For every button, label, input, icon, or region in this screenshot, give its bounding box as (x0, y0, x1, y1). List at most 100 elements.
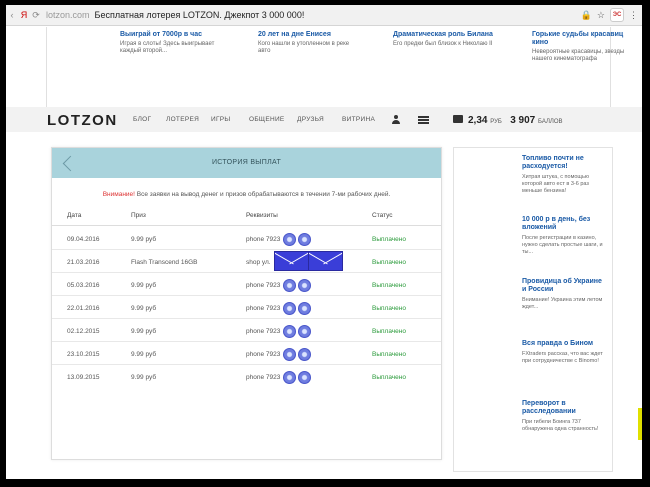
sidebar-ad-item[interactable]: Переворот в расследовании При гибели Бои… (522, 400, 608, 433)
cell-date: 21.03.2016 (67, 259, 100, 266)
teaser-title[interactable]: 20 лет на дне Енисея (258, 31, 358, 39)
table-row: 22.01.2016 9.99 руб phone 7923 Выплачено (52, 296, 441, 319)
teaser-title[interactable]: Драматическая роль Билана (393, 31, 493, 39)
yandex-icon[interactable]: Я (18, 10, 30, 20)
redaction-flower-icon (298, 371, 311, 384)
column-header-prize: Приз (131, 212, 146, 219)
site-logo[interactable]: LOTZON (47, 112, 118, 129)
teaser-item[interactable]: Горькие судьбы красавиц кино Невероятные… (532, 31, 632, 63)
sidebar-ad-title[interactable]: 10 000 р в день, без вложений (522, 216, 608, 232)
redaction-flower-icon (298, 233, 311, 246)
nav-item-lottery[interactable]: ЛОТЕРЕЯ (166, 116, 199, 123)
redaction-flower-icon (283, 233, 296, 246)
cell-prize: 9.99 руб (131, 305, 157, 312)
browser-window: ‹ Я ⟳ lotzon.com Бесплатная лотерея LOTZ… (6, 5, 642, 479)
table-row: 13.09.2015 9.99 руб phone 7923 Выплачено (52, 365, 441, 388)
warning-text: Все заявки на вывод денег и призов обраб… (134, 191, 391, 198)
nav-item-blog[interactable]: БЛОГ (133, 116, 151, 123)
redaction-flower-icon (283, 302, 296, 315)
sidebar-ad-title[interactable]: Топливо почти не расходуется! (522, 155, 608, 171)
panel-header: ИСТОРИЯ ВЫПЛАТ (52, 148, 441, 178)
panel-title: ИСТОРИЯ ВЫПЛАТ (211, 159, 282, 166)
cell-date: 02.12.2015 (67, 328, 100, 335)
reload-icon[interactable]: ⟳ (30, 10, 42, 21)
sidebar-ads: Топливо почти не расходуется! Хитрая шту… (453, 147, 613, 472)
cell-details: phone 7923 (246, 351, 281, 358)
extension-badge[interactable]: ЭС (610, 8, 624, 22)
redaction-flower-icon (283, 279, 296, 292)
redaction-flower-icon (283, 348, 296, 361)
cell-prize: 9.99 руб (131, 374, 157, 381)
teaser-title[interactable]: Выиграй от 7000р в час (120, 31, 220, 39)
points-value: 3 907 (510, 115, 536, 126)
nav-item-friends[interactable]: ДРУЗЬЯ (297, 116, 324, 123)
page-tab-title: Бесплатная лотерея LOTZON. Джекпот 3 000… (94, 10, 305, 20)
table-row: 05.03.2016 9.99 руб phone 7923 Выплачено (52, 273, 441, 296)
cell-date: 22.01.2016 (67, 305, 100, 312)
payout-history-panel: ИСТОРИЯ ВЫПЛАТ Внимание! Все заявки на в… (51, 147, 442, 460)
cell-prize: 9.99 руб (131, 328, 157, 335)
user-icon[interactable] (392, 115, 400, 124)
sidebar-ad-text: Хитрая штука, с помощью которой авто ест… (522, 174, 589, 194)
teaser-item[interactable]: Выиграй от 7000р в час Играя в слоты! Зд… (120, 31, 220, 55)
cell-details: phone 7923 (246, 282, 281, 289)
cell-prize: 9.99 руб (131, 236, 157, 243)
sidebar-ad-item[interactable]: 10 000 р в день, без вложений После реги… (522, 216, 608, 256)
sidebar-ad-item[interactable]: Провидица об Украине и России Внимание! … (522, 278, 608, 311)
back-icon[interactable]: ‹ (6, 10, 18, 20)
redaction-flower-icon (298, 348, 311, 361)
column-header-details: Реквизиты (246, 212, 278, 219)
cell-date: 23.10.2015 (67, 351, 100, 358)
cell-date: 13.09.2015 (67, 374, 100, 381)
scroll-indicator[interactable] (638, 408, 642, 440)
cell-status: Выплачено (372, 374, 406, 381)
balance-display[interactable]: 2,34 РУБ 3 907 БАЛЛОВ (468, 115, 563, 126)
teaser-item[interactable]: 20 лет на дне Енисея Кого нашли в утопле… (258, 31, 358, 55)
browser-extensions: 🔒 ☆ ЭС ⋮ (581, 8, 638, 22)
cell-prize: 9.99 руб (131, 282, 157, 289)
teaser-text: Невероятные красавицы, звезды нашего кин… (532, 49, 625, 62)
table-row: 23.10.2015 9.99 руб phone 7923 Выплачено (52, 342, 441, 365)
sidebar-ad-text: FXtraders рассказ, что вас ждет при сотр… (522, 351, 603, 364)
teaser-title[interactable]: Горькие судьбы красавиц кино (532, 31, 632, 47)
cell-details: shop ул. (246, 259, 271, 266)
redaction-flower-icon (283, 325, 296, 338)
hamburger-menu-icon[interactable] (418, 116, 429, 124)
nav-item-community[interactable]: ОБЩЕНИЕ (249, 116, 285, 123)
main-nav: LOTZON БЛОГ ЛОТЕРЕЯ ИГРЫ ОБЩЕНИЕ ДРУЗЬЯ … (6, 107, 642, 132)
teaser-text: Кого нашли в утопленном в реке авто (258, 41, 350, 54)
lock-icon[interactable]: 🔒 (581, 10, 592, 21)
address-domain[interactable]: lotzon.com (46, 10, 90, 20)
balance-unit: РУБ (490, 119, 502, 125)
sidebar-ad-text: После регистрации в казино, нужно сделат… (522, 235, 603, 255)
cell-prize: 9.99 руб (131, 351, 157, 358)
cell-date: 09.04.2016 (67, 236, 100, 243)
wallet-icon[interactable] (453, 115, 463, 123)
redaction-flower-icon (298, 279, 311, 292)
sidebar-ad-text: При гибели Боинга 737 обнаружена одна ст… (522, 419, 599, 432)
cell-details: phone 7923 (246, 374, 281, 381)
browser-toolbar: ‹ Я ⟳ lotzon.com Бесплатная лотерея LOTZ… (6, 5, 642, 26)
star-icon[interactable]: ☆ (597, 10, 605, 21)
sidebar-ad-item[interactable]: Вся правда о Бином FXtraders рассказ, чт… (522, 340, 608, 365)
points-unit: БАЛЛОВ (538, 119, 563, 125)
nav-item-games[interactable]: ИГРЫ (211, 116, 230, 123)
table-row: 09.04.2016 9.99 руб phone 7923 Выплачено (52, 227, 441, 250)
redaction-flower-icon (298, 325, 311, 338)
nav-item-showcase[interactable]: ВИТРИНА (342, 116, 375, 123)
cell-status: Выплачено (372, 351, 406, 358)
cell-details: phone 7923 (246, 328, 281, 335)
cell-status: Выплачено (372, 305, 406, 312)
teaser-text: Играя в слоты! Здесь выигрывает каждый в… (120, 41, 215, 54)
redaction-envelope-icon (308, 251, 343, 271)
column-header-date: Дата (67, 212, 82, 219)
sidebar-ad-item[interactable]: Топливо почти не расходуется! Хитрая шту… (522, 155, 608, 195)
column-header-status: Статус (372, 212, 393, 219)
teaser-item[interactable]: Драматическая роль Билана Его предки был… (393, 31, 493, 48)
cell-details: phone 7923 (246, 305, 281, 312)
sidebar-ad-title[interactable]: Переворот в расследовании (522, 400, 608, 416)
sidebar-ad-title[interactable]: Вся правда о Бином (522, 340, 608, 348)
sidebar-ad-title[interactable]: Провидица об Украине и России (522, 278, 608, 294)
cell-details: phone 7923 (246, 236, 281, 243)
menu-kebab-icon[interactable]: ⋮ (629, 10, 638, 21)
